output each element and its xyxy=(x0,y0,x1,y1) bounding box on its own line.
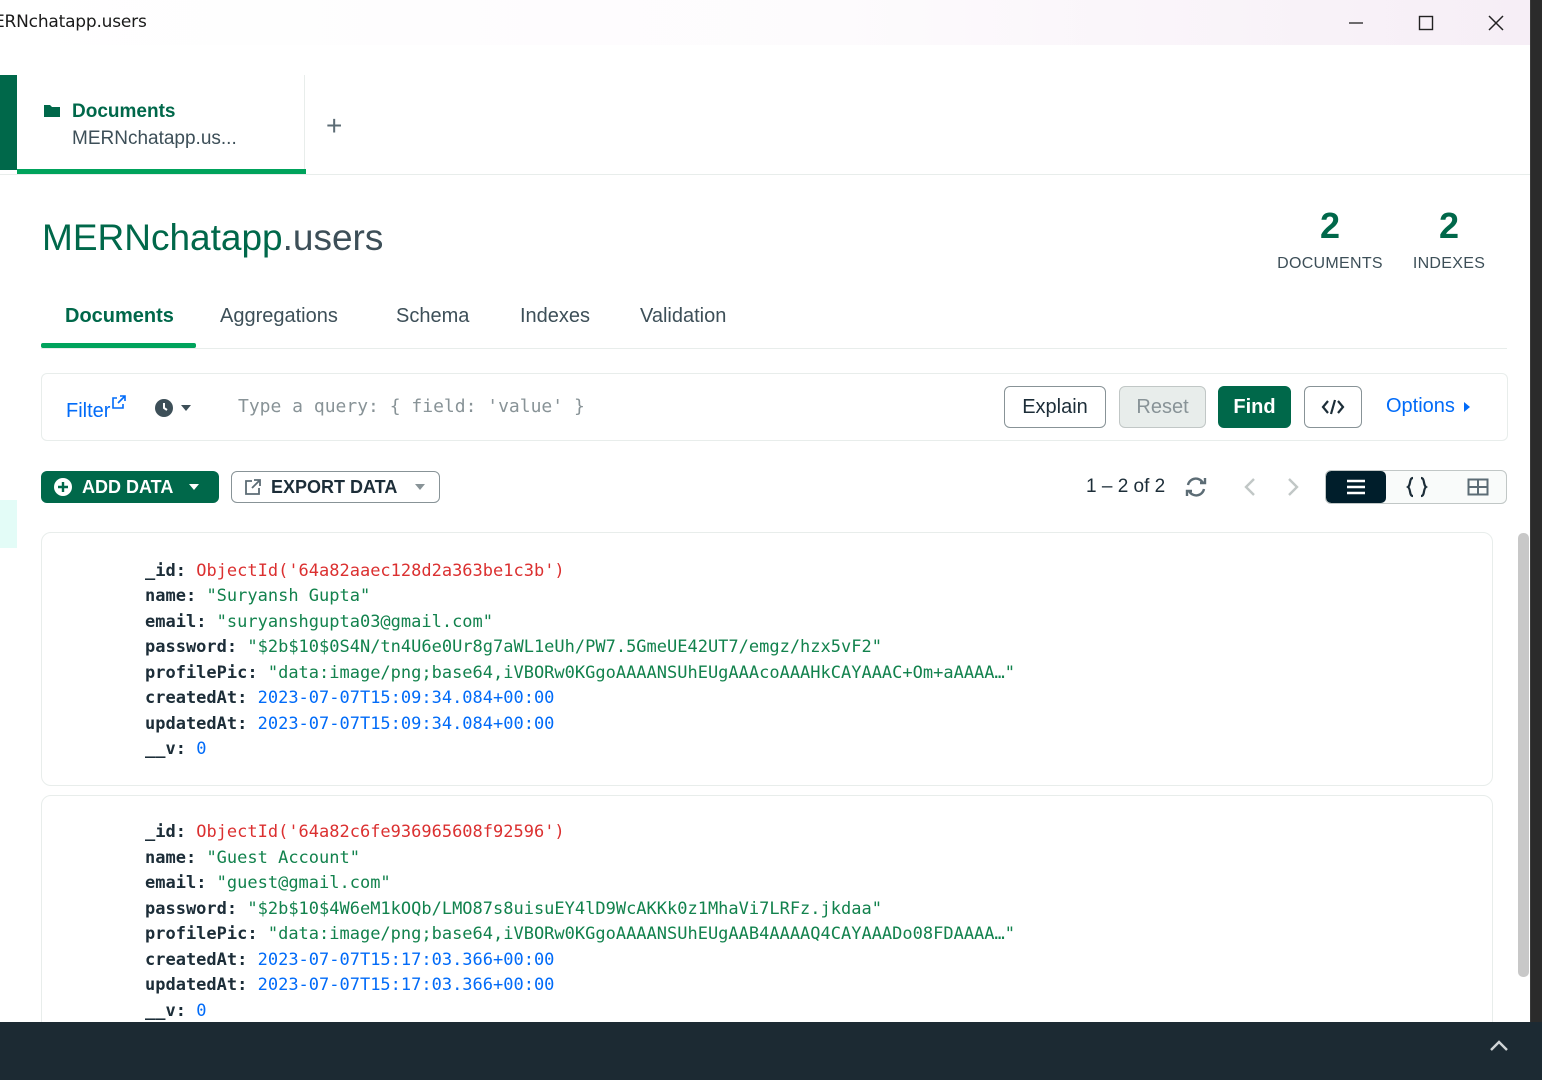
maximize-button[interactable] xyxy=(1391,0,1461,45)
find-button[interactable]: Find xyxy=(1218,386,1291,428)
document-card[interactable]: _id: ObjectId('64a82c6fe936965608f92596'… xyxy=(41,795,1493,1022)
minimize-button[interactable] xyxy=(1321,0,1391,45)
export-data-button[interactable]: EXPORT DATA xyxy=(231,471,440,503)
workspace-tab-strip: Documents MERNchatapp.us... + xyxy=(0,45,1530,175)
document-field: password: "$2b$10$0S4N/tn4U6e0Ur8g7aWL1e… xyxy=(145,637,882,657)
code-icon xyxy=(1321,399,1345,415)
filter-label: Filter xyxy=(66,400,111,422)
chevron-up-icon xyxy=(1490,1040,1508,1051)
document-field: updatedAt: 2023-07-07T15:17:03.366+00:00 xyxy=(145,975,555,995)
tab-documents[interactable]: Documents xyxy=(65,305,174,328)
export-icon xyxy=(245,479,261,495)
next-page-button[interactable] xyxy=(1278,474,1308,500)
document-field: profilePic: "data:image/png;base64,iVBOR… xyxy=(145,924,1015,944)
close-button[interactable] xyxy=(1461,0,1530,45)
options-label: Options xyxy=(1386,395,1455,417)
document-field: name: "Guest Account" xyxy=(145,848,360,868)
explain-button[interactable]: Explain xyxy=(1004,386,1106,428)
background-window-edge xyxy=(1531,0,1542,1022)
tab-subtitle: MERNchatapp.us... xyxy=(72,128,237,149)
compass-window: ERNchatapp.users Documents MERNchatapp.u… xyxy=(0,0,1531,1022)
minimize-icon xyxy=(1349,21,1363,24)
document-field: name: "Suryansh Gupta" xyxy=(145,586,371,606)
export-to-language-button[interactable] xyxy=(1304,386,1362,428)
documents-count-stat: 2 DOCUMENTS xyxy=(1273,205,1387,273)
tab-aggregations[interactable]: Aggregations xyxy=(220,305,338,328)
sidebar-collapsed-indicator xyxy=(0,75,17,170)
workspace-tab-documents[interactable]: Documents MERNchatapp.us... xyxy=(17,75,306,174)
view-mode-toggle xyxy=(1325,470,1507,504)
caret-right-icon xyxy=(1463,401,1470,412)
tab-validation[interactable]: Validation xyxy=(640,305,726,328)
documents-scrollbar[interactable] xyxy=(1518,533,1529,977)
tab-schema[interactable]: Schema xyxy=(396,305,469,328)
list-icon xyxy=(1347,479,1365,495)
close-icon xyxy=(1488,14,1504,31)
tab-indexes[interactable]: Indexes xyxy=(520,305,590,328)
chevron-left-icon xyxy=(1244,478,1255,496)
collection-subtabs: Documents Aggregations Schema Indexes Va… xyxy=(41,295,1507,349)
indexes-count-stat: 2 INDEXES xyxy=(1410,205,1488,273)
document-field: email: "guest@gmail.com" xyxy=(145,873,391,893)
refresh-button[interactable] xyxy=(1181,474,1211,500)
query-history-button[interactable] xyxy=(154,398,192,418)
table-view-button[interactable] xyxy=(1448,471,1506,503)
curly-braces-icon xyxy=(1406,476,1428,498)
folder-icon xyxy=(44,105,60,117)
refresh-icon xyxy=(1185,477,1207,497)
new-tab-button[interactable]: + xyxy=(326,110,342,142)
indexes-count: 2 xyxy=(1438,205,1460,246)
query-input[interactable]: Type a query: { field: 'value' } xyxy=(238,396,585,417)
add-data-button[interactable]: ADD DATA xyxy=(41,471,219,503)
caret-down-icon xyxy=(189,484,200,490)
reset-button[interactable]: Reset xyxy=(1119,386,1206,428)
document-card[interactable]: _id: ObjectId('64a82aaec128d2a363be1c3b'… xyxy=(41,532,1493,786)
show-hidden-icons-button[interactable] xyxy=(1488,1035,1510,1062)
collection-name: .users xyxy=(282,217,384,258)
document-field: createdAt: 2023-07-07T15:09:34.084+00:00 xyxy=(145,688,555,708)
previous-page-button[interactable] xyxy=(1235,474,1265,500)
document-field: profilePic: "data:image/png;base64,iVBOR… xyxy=(145,663,1015,683)
tab-title: Documents xyxy=(72,101,176,122)
add-data-label: ADD DATA xyxy=(82,476,174,497)
sidebar-highlight xyxy=(0,500,17,548)
collection-title: MERNchatapp.users xyxy=(42,217,383,259)
document-field: __v: 0 xyxy=(145,1001,207,1021)
document-field: password: "$2b$10$4W6eM1kOQb/LMO87s8uisu… xyxy=(145,899,882,919)
filter-link[interactable]: Filter xyxy=(66,395,127,423)
document-field: _id: ObjectId('64a82aaec128d2a363be1c3b'… xyxy=(145,561,565,581)
json-view-button[interactable] xyxy=(1387,471,1447,503)
title-bar: ERNchatapp.users xyxy=(0,0,1530,45)
indexes-count-label: INDEXES xyxy=(1412,255,1486,272)
clock-icon xyxy=(155,399,173,417)
document-field: email: "suryanshgupta03@gmail.com" xyxy=(145,612,494,632)
documents-count-label: DOCUMENTS xyxy=(1277,255,1383,272)
document-field: _id: ObjectId('64a82c6fe936965608f92596'… xyxy=(145,822,565,842)
export-data-label: EXPORT DATA xyxy=(271,476,398,497)
plus-circle-icon xyxy=(54,478,72,496)
chevron-right-icon xyxy=(1288,478,1299,496)
document-field: updatedAt: 2023-07-07T15:09:34.084+00:00 xyxy=(145,714,555,734)
list-view-button[interactable] xyxy=(1326,471,1386,503)
document-field: __v: 0 xyxy=(145,739,207,759)
table-icon xyxy=(1467,478,1489,496)
taskbar xyxy=(0,1022,1542,1080)
database-name[interactable]: MERNchatapp xyxy=(42,217,283,258)
window-title: ERNchatapp.users xyxy=(0,12,147,32)
document-field: createdAt: 2023-07-07T15:17:03.366+00:00 xyxy=(145,950,555,970)
caret-down-icon xyxy=(181,405,191,411)
external-link-icon xyxy=(112,395,127,409)
query-bar: Filter Type a query: { field: 'value' } … xyxy=(41,373,1508,441)
documents-count: 2 xyxy=(1319,205,1341,246)
maximize-icon xyxy=(1418,15,1434,30)
active-tab-underline xyxy=(17,169,306,174)
options-toggle[interactable]: Options xyxy=(1386,395,1471,418)
caret-down-icon xyxy=(415,484,426,490)
pagination-count: 1 – 2 of 2 xyxy=(1086,476,1166,497)
active-subtab-underline xyxy=(41,343,196,348)
